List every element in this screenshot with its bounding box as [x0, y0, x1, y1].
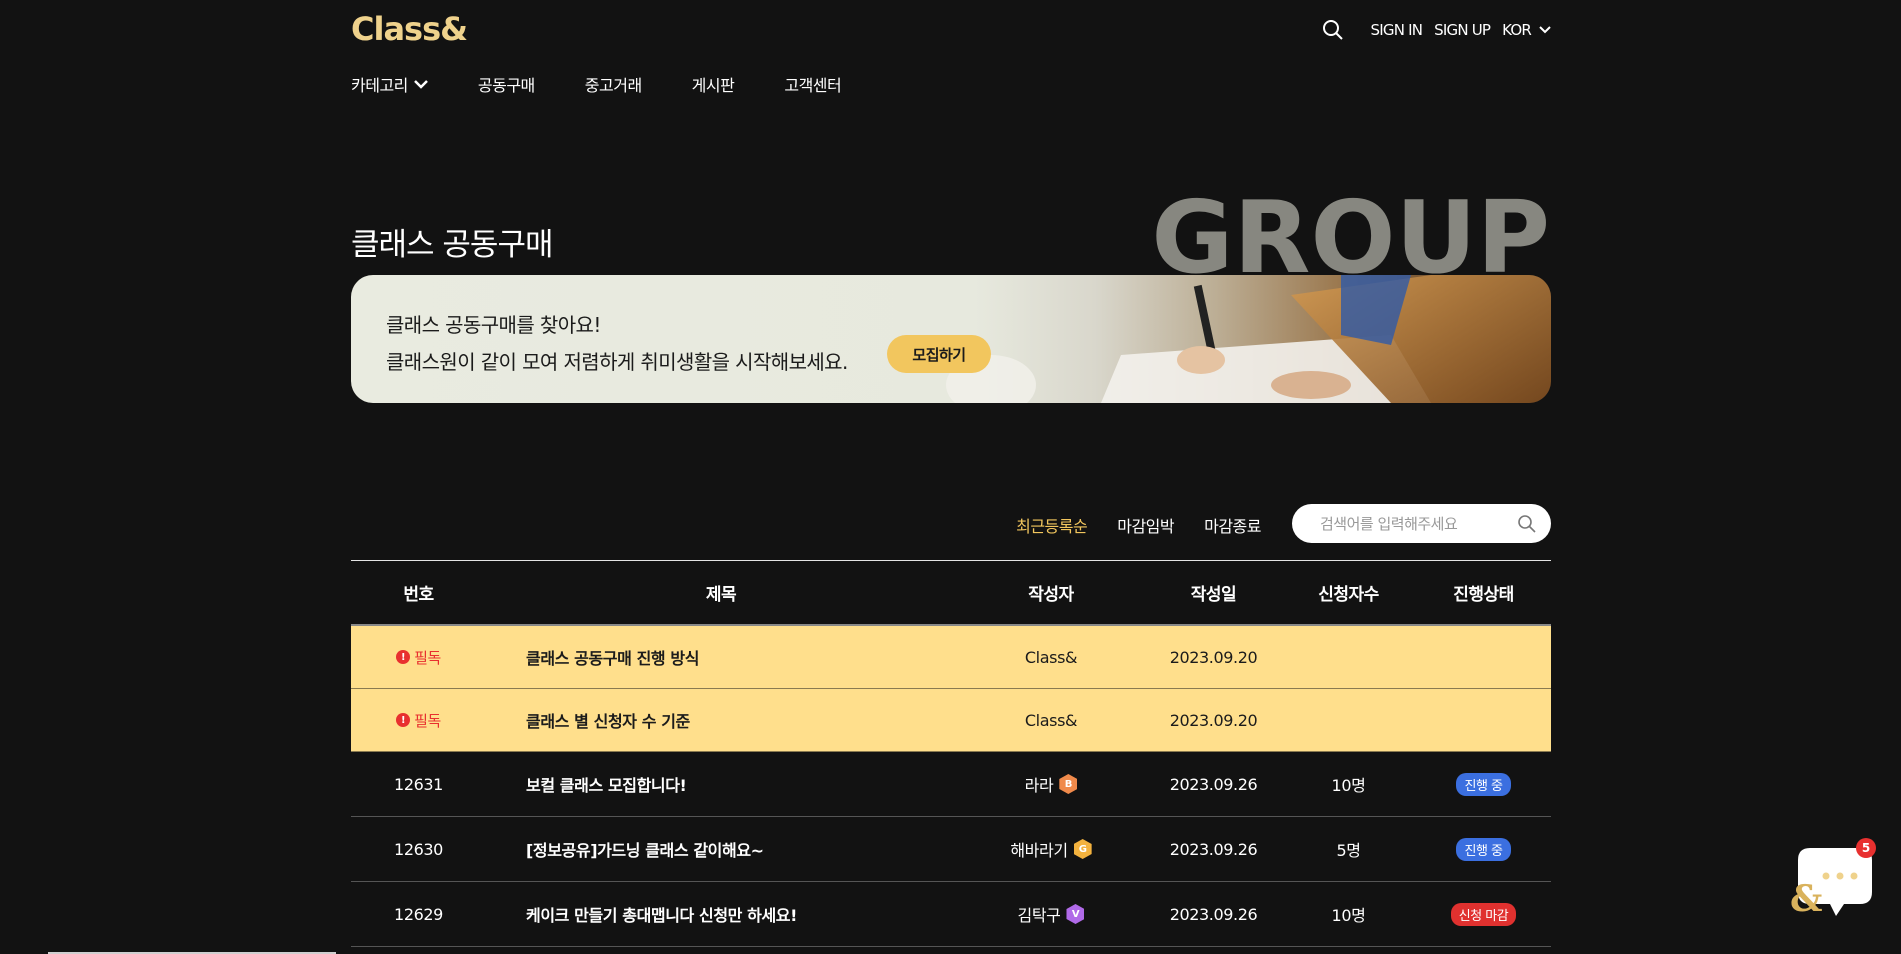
header-title: 제목	[705, 585, 737, 605]
group-buy-table: 번호 제목 작성자 작성일 신청자수 진행상태 ! 필독 클래스 공동구매 진행…	[351, 560, 1551, 947]
notice-title[interactable]: 클래스 공동구매 진행 방식	[486, 645, 956, 669]
status-badge: 진행 중	[1456, 772, 1511, 796]
nav-item-board[interactable]: 게시판	[692, 72, 735, 96]
search-icon[interactable]	[1517, 514, 1537, 534]
language-label: KOR	[1502, 21, 1532, 39]
sign-up-link[interactable]: SIGN UP	[1434, 21, 1491, 39]
alert-icon: !	[396, 713, 411, 727]
status-badge: 진행 중	[1456, 837, 1511, 861]
chat-logo-mark: &	[1790, 878, 1823, 920]
row-date: 2023.09.26	[1169, 904, 1258, 924]
table-row[interactable]: 12630 [정보공유]가드닝 클래스 같이해요~ 해바라기 G 2023.09…	[351, 817, 1551, 882]
site-logo[interactable]: Class&	[351, 10, 468, 48]
nav-label: 고객센터	[784, 76, 842, 95]
sign-in-link[interactable]: SIGN IN	[1371, 21, 1423, 39]
row-author: 김탁구 V	[956, 902, 1146, 926]
row-number: 12630	[394, 839, 443, 859]
nav-item-support[interactable]: 고객센터	[784, 72, 841, 96]
list-filters: 최근등록순 마감임박 마감종료	[351, 504, 1551, 544]
banner-heading: 클래스 공동구매를 찾아요!	[386, 313, 601, 337]
row-applicant-count: 10명	[1331, 906, 1366, 925]
row-title[interactable]: [정보공유]가드닝 클래스 같이해요~	[486, 837, 956, 861]
nav-label: 공동구매	[477, 76, 535, 95]
header-no: 번호	[403, 585, 434, 605]
row-status: 진행 중	[1416, 772, 1551, 796]
group-buy-banner: 클래스 공동구매를 찾아요! 클래스원이 같이 모여 저렴하게 취미생활을 시작…	[351, 275, 1551, 403]
notice-date: 2023.09.20	[1169, 710, 1258, 730]
notice-author: Class&	[1024, 710, 1078, 730]
sort-closed[interactable]: 마감종료	[1204, 513, 1261, 537]
chevron-down-icon	[414, 80, 428, 89]
row-status: 신청 마감	[1416, 902, 1551, 926]
table-header: 번호 제목 작성자 작성일 신청자수 진행상태	[351, 560, 1551, 626]
nav-label: 게시판	[691, 76, 735, 95]
nav-label: 카테고리	[351, 76, 408, 95]
row-number: 12631	[394, 774, 443, 794]
sort-recent[interactable]: 최근등록순	[1016, 513, 1088, 537]
nav-label: 중고거래	[584, 76, 642, 95]
main-nav: 카테고리 공동구매 중고거래 게시판 고객센터	[351, 72, 891, 96]
notice-label: 필독	[414, 711, 441, 730]
notice-row[interactable]: ! 필독 클래스 공동구매 진행 방식 Class& 2023.09.20	[351, 626, 1551, 689]
row-applicant-count: 5명	[1336, 841, 1361, 860]
header-utility: SIGN IN SIGN UP KOR	[1321, 18, 1551, 42]
author-name: 해바라기	[1010, 841, 1068, 860]
sort-closing-soon[interactable]: 마감임박	[1117, 513, 1174, 537]
notice-label: 필독	[414, 648, 441, 667]
nav-item-used-market[interactable]: 중고거래	[585, 72, 642, 96]
table-row[interactable]: 12629 케이크 만들기 총대맵니다 신청만 하세요! 김탁구 V 2023.…	[351, 882, 1551, 947]
chat-button[interactable]: & 5	[1790, 838, 1876, 922]
banner-description: 클래스원이 같이 모여 저렴하게 취미생활을 시작해보세요.	[386, 350, 848, 374]
nav-item-category[interactable]: 카테고리	[351, 72, 428, 96]
row-applicant-count: 10명	[1331, 776, 1366, 795]
notice-tag: ! 필독	[351, 647, 486, 668]
header-date: 작성일	[1190, 585, 1237, 605]
header-count: 신청자수	[1318, 585, 1379, 605]
nav-item-group-buy[interactable]: 공동구매	[478, 72, 535, 96]
row-date: 2023.09.26	[1169, 774, 1258, 794]
notice-title[interactable]: 클래스 별 신청자 수 기준	[486, 708, 956, 732]
row-author: 해바라기 G	[956, 837, 1146, 861]
row-author: 라라 B	[956, 772, 1146, 796]
search-icon[interactable]	[1321, 18, 1345, 42]
banner-text: 클래스 공동구매를 찾아요! 클래스원이 같이 모여 저렴하게 취미생활을 시작…	[386, 309, 848, 375]
row-status: 진행 중	[1416, 837, 1551, 861]
row-number: 12629	[394, 904, 443, 924]
level-badge-icon: G	[1073, 839, 1092, 859]
language-select[interactable]: KOR	[1502, 21, 1551, 39]
author-name: 라라	[1024, 776, 1054, 795]
search-box	[1292, 504, 1551, 543]
chat-unread-badge: 5	[1856, 838, 1876, 858]
page-title: 클래스 공동구매	[351, 226, 553, 263]
chevron-down-icon	[1539, 26, 1551, 34]
site-header: Class& SIGN IN SIGN UP KOR 카테고리 공동구매 중고거…	[351, 0, 1551, 120]
notice-author: Class&	[1024, 647, 1078, 667]
notice-row[interactable]: ! 필독 클래스 별 신청자 수 기준 Class& 2023.09.20	[351, 689, 1551, 752]
background-word: GROUP	[1151, 179, 1550, 296]
level-badge-icon: B	[1059, 774, 1078, 794]
row-title[interactable]: 보컬 클래스 모집합니다!	[486, 772, 956, 796]
header-status: 진행상태	[1453, 585, 1514, 605]
level-badge-icon: V	[1066, 904, 1085, 924]
status-badge: 신청 마감	[1450, 902, 1517, 926]
header-author: 작성자	[1028, 585, 1074, 605]
table-row[interactable]: 12631 보컬 클래스 모집합니다! 라라 B 2023.09.26 10명 …	[351, 752, 1551, 817]
row-date: 2023.09.26	[1169, 839, 1258, 859]
author-name: 김탁구	[1017, 906, 1061, 925]
alert-icon: !	[396, 650, 411, 664]
notice-date: 2023.09.20	[1169, 647, 1258, 667]
sort-options: 최근등록순 마감임박 마감종료	[1016, 513, 1261, 537]
search-input[interactable]	[1318, 513, 1517, 534]
recruit-button[interactable]: 모집하기	[887, 335, 991, 373]
notice-tag: ! 필독	[351, 710, 486, 731]
row-title[interactable]: 케이크 만들기 총대맵니다 신청만 하세요!	[486, 902, 956, 926]
